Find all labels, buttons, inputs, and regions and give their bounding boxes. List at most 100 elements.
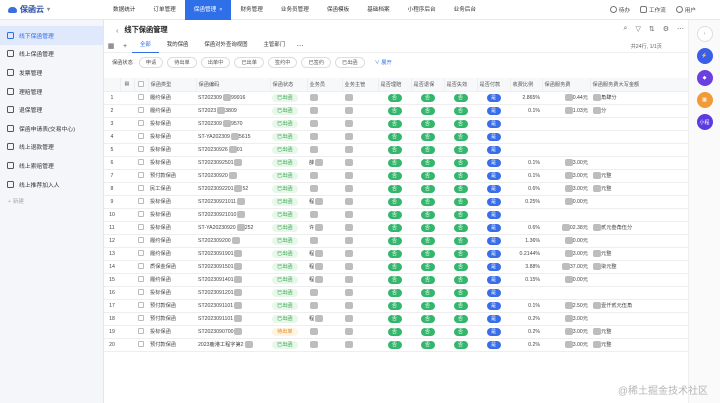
column-header[interactable]: 保函状态 (270, 78, 308, 92)
sidebar-item[interactable]: 线下保函管理 (0, 26, 103, 45)
sidebar-item[interactable]: 理赔管理 (0, 82, 103, 101)
filter-chip[interactable]: 已出单 (234, 57, 264, 68)
row-checkbox[interactable] (138, 146, 144, 153)
filter-icon[interactable]: ▽ (635, 25, 640, 33)
column-header[interactable]: 是否失效 (444, 78, 478, 92)
table-row[interactable]: 15 履约保函 ST2023091401 已出函 程 否 否 否 是 0.15% 0.00元 (104, 273, 688, 287)
row-checkbox[interactable] (138, 107, 144, 114)
apps-icon[interactable]: ▦ (696, 92, 713, 108)
expand-icon[interactable]: › (696, 26, 713, 42)
filter-chip[interactable]: 已签约 (301, 57, 332, 68)
row-checkbox[interactable] (138, 185, 144, 192)
row-checkbox[interactable] (138, 341, 144, 348)
table-row[interactable]: 18 预付款保函 ST2023091101 已出函 程 否 否 否 是 0.2% 3.00元 (104, 312, 688, 326)
add-icon[interactable]: + (118, 43, 132, 50)
column-header[interactable]: 是否付款 (477, 78, 511, 92)
table-row[interactable]: 8 民工保函 ST2023092201 52 已出函 否 否 否 是 0.6% 3.00元 元整 (104, 182, 688, 196)
row-checkbox[interactable] (138, 94, 144, 101)
user-button[interactable]: 用户 (675, 6, 696, 14)
settings-icon[interactable]: ⚙ (663, 25, 669, 33)
brand[interactable]: 保函云 ▾ (0, 0, 104, 20)
more-tabs-icon[interactable]: ⋯ (293, 42, 307, 50)
table-row[interactable]: 17 预付款保函 ST2023091101 已出函 否 否 否 是 0.1% 2.50元 壹仟贰元伍… (104, 299, 688, 313)
column-header[interactable]: 保函服务费 (542, 78, 591, 92)
select-all-checkbox[interactable] (138, 81, 144, 88)
table-row[interactable]: 2 履约保函 ST2023 3809 已出函 否 否 否 是 0.1% 1.03元 分 (104, 104, 688, 118)
topnav-item[interactable]: 基础档案 (358, 0, 398, 20)
table-row[interactable]: 13 履约保函 ST2023091901 已出函 程 否 否 否 是 0.2144% 3.00元 元整 (104, 247, 688, 261)
column-header[interactable]: 是否退保 (411, 78, 445, 92)
sidebar-item[interactable]: 线上推荐加入人 (0, 175, 103, 194)
table-row[interactable]: 1 履约保函 ST202309 99916 已出函 否 否 否 是 2.865% 0.44元 角肆分 (104, 91, 688, 105)
mini-program-button[interactable]: 小程 (696, 114, 713, 130)
search-icon[interactable]: ⌕ (624, 25, 628, 33)
view-tab[interactable]: 主管部门 (256, 39, 294, 53)
column-header[interactable]: 保函编码 (196, 78, 271, 92)
topnav-item[interactable]: 数据统计 (104, 0, 144, 20)
topnav-item[interactable]: 业务后台 (445, 0, 485, 20)
table-row[interactable]: 4 投标保函 ST-YA202309 5615 已出函 否 否 否 是 (104, 130, 688, 144)
filter-chip[interactable]: 签约中 (267, 57, 298, 68)
table-row[interactable]: 12 履约保函 ST202309200 已出函 否 否 否 是 1.36% 0.00元 (104, 234, 688, 248)
sidebar-item[interactable]: 发票管理 (0, 63, 103, 82)
filter-chip[interactable]: 已出函 (335, 57, 365, 68)
row-checkbox[interactable] (138, 159, 144, 166)
sort-icon[interactable]: ⇅ (649, 25, 655, 33)
expand-filters-button[interactable]: ∨ 展开 (375, 59, 392, 66)
row-checkbox[interactable] (138, 315, 144, 322)
table-row[interactable]: 9 投标保函 ST20230921011 已出函 程 否 否 否 是 0.25% 0.00元 (104, 195, 688, 209)
row-checkbox[interactable] (138, 120, 144, 127)
sidebar-item[interactable]: 退保管理 (0, 100, 103, 119)
topnav-item[interactable]: 小程序后台 (399, 0, 445, 20)
row-checkbox[interactable] (138, 172, 144, 179)
topnav-item[interactable]: 财务管理 (231, 0, 271, 20)
table-row[interactable]: 3 投标保函 ST202309 9570 已出函 否 否 否 是 (104, 117, 688, 131)
table-row[interactable]: 14 质保金保函 ST2023091501 已出函 程 否 否 否 是 3.88% 37.00元 柒元… (104, 260, 688, 274)
table-row[interactable]: 11 投标保函 ST-YA20230920 252 已出函 许 否 否 否 是 0.6% 02.38元… (104, 221, 688, 235)
filter-chip[interactable]: 申请 (138, 57, 164, 68)
sort-header[interactable]: ▤ (120, 78, 135, 92)
view-tab[interactable]: 保函对外查询视图 (196, 39, 255, 53)
column-header[interactable]: 保函服务费大写金额 (590, 78, 688, 92)
row-checkbox[interactable] (138, 328, 144, 335)
filter-chip[interactable]: 出单中 (200, 57, 231, 68)
select-all-header[interactable] (134, 78, 149, 92)
sidebar-item[interactable]: 线上索赔管理 (0, 156, 103, 175)
column-header[interactable]: 是否理赔 (378, 78, 412, 92)
topnav-item[interactable]: 保函模板 (318, 0, 358, 20)
back-icon[interactable]: ‹ (116, 26, 118, 35)
column-header[interactable]: 保函类型 (148, 78, 197, 92)
lightning-icon[interactable]: ⚡ (696, 48, 713, 64)
topnav-item[interactable]: 保函管理 × (184, 0, 232, 20)
topnav-item[interactable]: 订单管理 (144, 0, 184, 20)
row-checkbox[interactable] (138, 289, 144, 296)
add-menu-button[interactable]: + 新建 (0, 197, 103, 205)
row-checkbox[interactable] (138, 198, 144, 205)
table-row[interactable]: 10 投标保函 ST20230921010 已出函 否 否 否 是 (104, 208, 688, 222)
column-header[interactable]: 收费比例 (510, 78, 543, 92)
table-row[interactable]: 7 预付款保函 ST20230920 已出函 否 否 否 是 0.1% 3.00元 元整 (104, 169, 688, 183)
sidebar-item[interactable]: 线上保函管理 (0, 45, 103, 64)
row-checkbox[interactable] (138, 302, 144, 309)
column-header[interactable]: 业务员 (307, 78, 343, 92)
row-checkbox[interactable] (138, 263, 144, 270)
row-checkbox[interactable] (138, 276, 144, 283)
filter-chip[interactable]: 待出单 (167, 57, 197, 68)
row-checkbox[interactable] (138, 250, 144, 257)
table-row[interactable]: 5 投标保函 ST20230926 01 已出函 否 否 否 是 (104, 143, 688, 157)
close-icon[interactable]: × (219, 7, 222, 13)
table-row[interactable]: 6 投标保函 ST2023092501 已出函 薛 否 否 否 是 0.1% 3.00元 (104, 156, 688, 170)
sidebar-item[interactable]: 保函申请表(交易中心) (0, 119, 103, 138)
ai-assistant-icon[interactable]: ◆ (696, 70, 713, 86)
row-checkbox[interactable] (138, 211, 144, 218)
row-checkbox[interactable] (138, 133, 144, 140)
row-checkbox[interactable] (138, 224, 144, 231)
table-row[interactable]: 20 预付款保函 2023鹿港工程字第2 已出函 否 否 否 是 0.2% 3.00元 元整 (104, 338, 688, 352)
workbench-button[interactable]: 工作流 (640, 6, 666, 14)
grid-icon[interactable]: ▦ (104, 42, 118, 50)
topnav-item[interactable]: 业务员管理 (272, 0, 318, 20)
row-checkbox[interactable] (138, 237, 144, 244)
sidebar-item[interactable]: 线上退款管理 (0, 138, 103, 157)
view-tab[interactable]: 全部 (132, 39, 159, 53)
table-row[interactable]: 19 投标保函 ST2023090700 待出单 否 否 否 是 0.2% 3.00元 元整 (104, 325, 688, 339)
